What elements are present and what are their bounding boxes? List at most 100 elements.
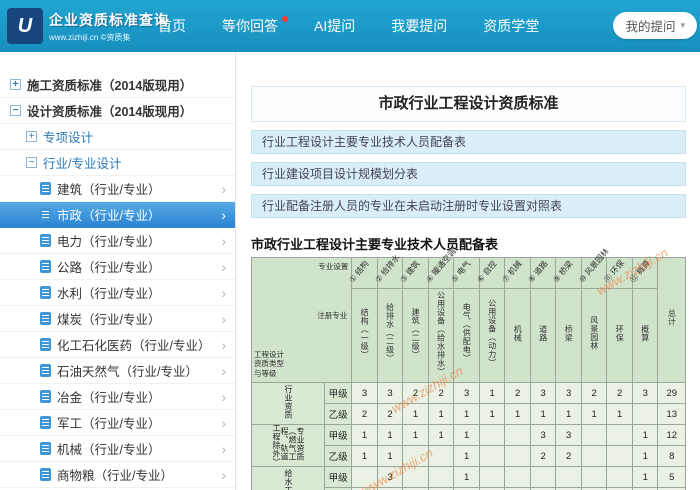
total-cell: 8	[657, 445, 686, 467]
sidebar-item-7[interactable]: 公路（行业/专业） ›	[0, 254, 235, 280]
sidebar-item-label: 石油天然气（行业/专业）	[57, 365, 198, 379]
document-icon	[40, 182, 51, 195]
registered-profession-label: 道路	[538, 324, 548, 342]
row-group-label: 行业资质	[251, 382, 325, 425]
row-group-text: 专业资质（燃气工程、轨道工程除外）	[272, 424, 305, 467]
column-header-1: ① 结构	[348, 256, 378, 290]
sidebar-item-label: 冶金（行业/专业）	[57, 391, 161, 405]
column-header-7: ⑦ 机械	[501, 256, 531, 290]
table-cell: 3	[631, 382, 659, 404]
sidebar-item-0[interactable]: + 施工资质标准（2014版现用）	[0, 72, 235, 98]
table-cell	[351, 466, 378, 488]
table-cell: 2	[402, 382, 429, 404]
sidebar-item-5[interactable]: 市政（行业/专业） ›	[0, 202, 235, 228]
chevron-right-icon: ›	[221, 336, 226, 353]
sidebar-item-13[interactable]: 军工（行业/专业） ›	[0, 410, 235, 436]
sidebar-tree: + 施工资质标准（2014版现用） − 设计资质标准（2014版现用） + 专项设计 − 行业…	[0, 52, 236, 490]
table-row: 行业资质 甲级 3 3 2 2 3 1 2 3 3 2 2 3 29	[251, 382, 686, 425]
total-column-label: 总计	[667, 309, 677, 326]
table-cell: 1	[606, 403, 633, 425]
row-group-label: 专业资质（燃气工程、轨道工程除外）	[251, 424, 325, 467]
table-title: 市政行业工程设计主要专业技术人员配备表	[251, 237, 499, 252]
chevron-right-icon: ›	[221, 284, 226, 301]
my-questions-button[interactable]: 我的提问 ▾	[613, 12, 697, 39]
table-cell	[555, 466, 582, 488]
sidebar-item-label: 施工资质标准（2014版现用）	[27, 79, 193, 93]
sidebar-item-12[interactable]: 冶金（行业/专业） ›	[0, 384, 235, 410]
table-cell	[402, 445, 429, 467]
sidebar-item-6[interactable]: 电力（行业/专业） ›	[0, 228, 235, 254]
sidebar-item-8[interactable]: 水利（行业/专业） ›	[0, 280, 235, 306]
table-cell	[478, 445, 506, 467]
sidebar-item-label: 设计资质标准（2014版现用）	[27, 105, 193, 119]
sidebar-item-3[interactable]: − 行业/专业设计	[0, 150, 235, 176]
nav-menu: 首页 等你回答 AI提问 我要提问 资质学堂	[158, 0, 539, 52]
column-header-2: ② 给排水	[373, 253, 404, 290]
document-icon	[40, 260, 51, 273]
table-cell: 1	[529, 403, 557, 425]
sidebar-item-label: 行业/专业设计	[43, 157, 122, 171]
sidebar-item-1[interactable]: − 设计资质标准（2014版现用）	[0, 98, 235, 124]
collapse-icon: −	[26, 157, 37, 168]
column-header-5: ⑤ 电气	[450, 256, 480, 290]
nav-item-qualification-school[interactable]: 资质学堂	[483, 16, 539, 36]
sidebar-item-14[interactable]: 机械（行业/专业） ›	[0, 436, 235, 462]
column-header-11: ⑪ 环保	[603, 256, 633, 290]
column-header-8: ⑧ 道路	[526, 256, 557, 290]
table-cell: 2	[427, 382, 455, 404]
table-cell	[606, 424, 633, 446]
sidebar-item-10[interactable]: 化工石化医药（行业/专业） ›	[0, 332, 235, 358]
table-cell: 1	[453, 403, 480, 425]
my-questions-label: 我的提问	[625, 20, 676, 34]
sidebar-item-9[interactable]: 煤炭（行业/专业） ›	[0, 306, 235, 332]
document-icon	[40, 468, 51, 481]
column-header-9: ⑨ 桥梁	[552, 256, 582, 290]
nav-item-waiting-answers[interactable]: 等你回答	[222, 16, 288, 36]
sidebar-item-label: 水利（行业/专业）	[57, 287, 161, 301]
site-logo[interactable]: U 企业资质标准查询 www.zizhiji.cn ©资质集	[7, 8, 169, 44]
registered-profession-label: 桥梁	[564, 324, 574, 342]
sidebar-item-15[interactable]: 商物粮（行业/专业） ›	[0, 462, 235, 488]
corner-label-type-grade: 工程设计资质类型与等级	[254, 349, 284, 378]
table-cell: 1	[580, 403, 608, 425]
sidebar-item-label: 建筑（行业/专业）	[57, 183, 161, 197]
table-cell	[529, 466, 557, 488]
table-cell: 1	[453, 424, 480, 446]
registered-profession-label: 公用设备（动力）	[487, 299, 497, 368]
table-cell: 2	[529, 445, 557, 467]
sidebar-item-2[interactable]: + 专项设计	[0, 124, 235, 150]
grade-cell: 乙级	[323, 445, 353, 467]
nav-item-ask-question[interactable]: 我要提问	[391, 16, 447, 36]
grade-cell: 乙级	[323, 403, 353, 425]
table-cell: 2	[606, 382, 633, 404]
chevron-right-icon: ›	[221, 466, 226, 483]
doc-link-0[interactable]: 行业工程设计主要专业技术人员配备表	[251, 130, 686, 154]
registered-profession-header-2: 给排水（二级）	[376, 288, 404, 383]
sidebar-item-4[interactable]: 建筑（行业/专业） ›	[0, 176, 235, 202]
table-cell	[478, 424, 506, 446]
nav-item-label: AI提问	[314, 18, 356, 34]
table-cell: 1	[453, 445, 480, 467]
doc-link-1[interactable]: 行业建设项目设计规模划分表	[251, 162, 686, 186]
sidebar-item-11[interactable]: 石油天然气（行业/专业） ›	[0, 358, 235, 384]
document-icon	[40, 416, 51, 429]
total-cell: 29	[657, 382, 686, 404]
table-cell	[606, 466, 633, 488]
nav-item-ai-ask[interactable]: AI提问	[314, 16, 355, 36]
table-cell: 2	[555, 445, 582, 467]
table-cell: 1	[351, 445, 378, 467]
registered-profession-header-8: 道路	[529, 288, 557, 383]
nav-item-label: 首页	[158, 18, 186, 34]
registered-profession-header-7: 机械	[504, 288, 531, 383]
column-header-6: ⑥ 自控	[475, 256, 506, 290]
registered-profession-label: 机械	[513, 324, 523, 342]
doc-link-2[interactable]: 行业配备注册人员的专业在未启动注册时专业设置对照表	[251, 194, 686, 218]
registered-profession-label: 建筑（二级）	[411, 307, 421, 359]
staffing-table: 专业设置 注册专业 工程设计资质类型与等级 ① 结构 ② 给排水 ③ 建筑 ④ 暖通空调 ⑤ …	[250, 247, 686, 490]
nav-item-home[interactable]: 首页	[158, 16, 186, 36]
table-cell	[580, 466, 608, 488]
table-cell	[580, 445, 608, 467]
table-cell: 3	[529, 382, 557, 404]
corner-label-specialty: 专业设置	[318, 262, 349, 271]
table-cell: 1	[351, 424, 378, 446]
